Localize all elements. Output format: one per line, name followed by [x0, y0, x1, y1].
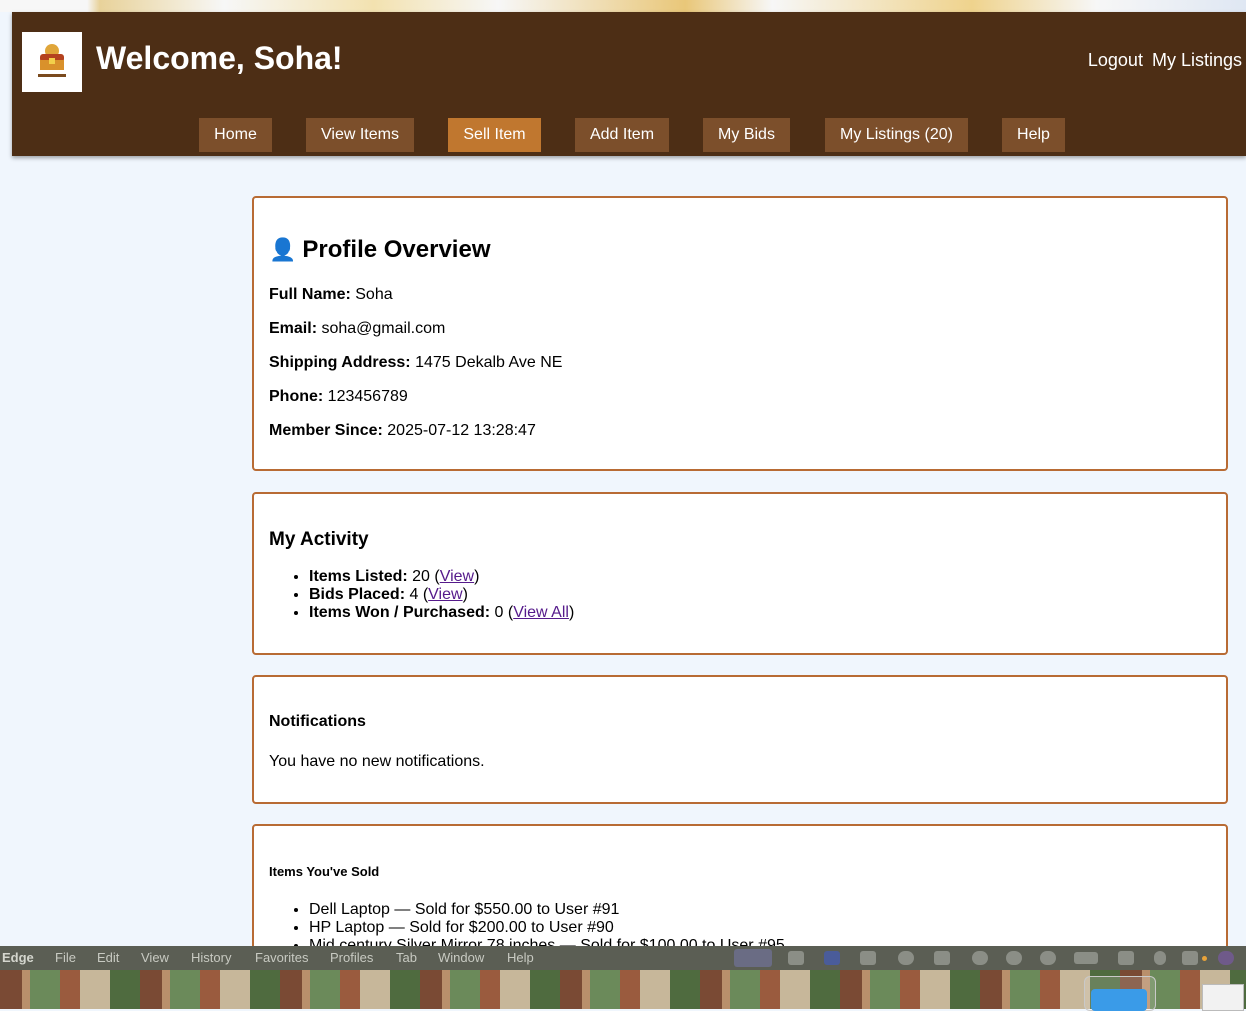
- items-listed-view-link[interactable]: View: [440, 568, 474, 585]
- profile-card: 👤 Profile Overview Full Name: Soha Email…: [252, 196, 1228, 471]
- full-name-row: Full Name: Soha: [269, 286, 393, 304]
- list-item: Items Listed: 20 (View): [309, 568, 574, 586]
- status-dot-icon: [1202, 956, 1207, 961]
- phone-label: Phone:: [269, 388, 324, 405]
- email-row: Email: soha@gmail.com: [269, 320, 445, 338]
- sold-card-viewport: Items You've Sold Dell Laptop — Sold for…: [0, 824, 1246, 946]
- list-item: Mid century Silver Mirror 78 inches — So…: [309, 937, 785, 946]
- nav-help-button[interactable]: Help: [1002, 118, 1065, 152]
- items-won-value: 0: [494, 604, 504, 621]
- items-listed-value: 20: [412, 568, 430, 585]
- folder-icon: [1091, 989, 1147, 1011]
- logout-link[interactable]: Logout: [1088, 50, 1143, 70]
- address-label: Shipping Address:: [269, 354, 411, 371]
- menu-tab[interactable]: Tab: [396, 950, 417, 965]
- menu-favorites[interactable]: Favorites: [255, 950, 308, 965]
- siri-icon[interactable]: [1218, 951, 1234, 965]
- list-item: HP Laptop — Sold for $200.00 to User #90: [309, 919, 785, 937]
- list-item: Dell Laptop — Sold for $550.00 to User #…: [309, 901, 785, 919]
- bids-placed-label: Bids Placed:: [309, 586, 406, 603]
- sold-title: Items You've Sold: [269, 864, 380, 879]
- items-won-label: Items Won / Purchased:: [309, 604, 491, 621]
- app-status-icon[interactable]: [972, 951, 988, 965]
- full-name-label: Full Name:: [269, 286, 351, 303]
- menu-history[interactable]: History: [191, 950, 231, 965]
- header-links: Logout My Listings: [1084, 50, 1242, 71]
- nav-home-button[interactable]: Home: [199, 118, 272, 152]
- airdrop-icon[interactable]: [1040, 951, 1056, 965]
- list-item: Bids Placed: 4 (View): [309, 586, 574, 604]
- profile-heading: 👤 Profile Overview: [269, 236, 491, 264]
- nav-add-item-button[interactable]: Add Item: [575, 118, 669, 152]
- nav-my-listings-button[interactable]: My Listings (20): [825, 118, 968, 152]
- site-logo[interactable]: [22, 32, 82, 92]
- address-value: 1475 Dekalb Ave NE: [415, 354, 563, 371]
- control-center-icon[interactable]: [1182, 951, 1198, 965]
- grammarly-icon[interactable]: [898, 951, 914, 965]
- menu-help[interactable]: Help: [507, 950, 534, 965]
- menu-profiles[interactable]: Profiles: [330, 950, 373, 965]
- nav-view-items-button[interactable]: View Items: [306, 118, 414, 152]
- member-since-value: 2025-07-12 13:28:47: [387, 422, 536, 439]
- outlook-icon[interactable]: [860, 951, 876, 965]
- menu-file[interactable]: File: [55, 950, 76, 965]
- battery-icon[interactable]: [1074, 952, 1098, 964]
- sold-list: Dell Laptop — Sold for $550.00 to User #…: [269, 901, 785, 946]
- activity-list: Items Listed: 20 (View) Bids Placed: 4 (…: [269, 568, 574, 622]
- activity-card: My Activity Items Listed: 20 (View) Bids…: [252, 492, 1228, 655]
- phone-row: Phone: 123456789: [269, 388, 408, 406]
- member-since-row: Member Since: 2025-07-12 13:28:47: [269, 422, 536, 440]
- email-label: Email:: [269, 320, 318, 337]
- desktop-top-strip: [0, 0, 1246, 12]
- cloud-icon[interactable]: [788, 951, 804, 965]
- user-icon: 👤: [269, 237, 297, 262]
- site-header: Welcome, Soha! Logout My Listings Home V…: [12, 12, 1246, 156]
- search-icon[interactable]: [1154, 951, 1166, 965]
- items-won-view-all-link[interactable]: View All: [513, 604, 569, 621]
- list-item: Items Won / Purchased: 0 (View All): [309, 604, 574, 622]
- wifi-icon[interactable]: [1118, 951, 1134, 965]
- menubar-app-name[interactable]: Edge: [2, 950, 34, 965]
- desktop-wallpaper: [0, 970, 1246, 1011]
- document-icon[interactable]: [1202, 984, 1244, 1011]
- nav-my-bids-button[interactable]: My Bids: [703, 118, 790, 152]
- bids-placed-view-link[interactable]: View: [428, 586, 462, 603]
- my-listings-link[interactable]: My Listings: [1152, 50, 1242, 70]
- teams-icon[interactable]: [934, 951, 950, 965]
- zoom-icon[interactable]: [824, 951, 840, 965]
- activity-title: My Activity: [269, 529, 369, 550]
- desktop-folder-selection[interactable]: [1084, 976, 1156, 1011]
- bids-placed-value: 4: [409, 586, 419, 603]
- notifications-message: You have no new notifications.: [269, 753, 485, 770]
- main-nav: Home View Items Sell Item Add Item My Bi…: [12, 118, 1246, 152]
- screen-mirror-icon[interactable]: [734, 949, 772, 967]
- menu-edit[interactable]: Edit: [97, 950, 119, 965]
- member-since-label: Member Since:: [269, 422, 383, 439]
- profile-title: Profile Overview: [302, 236, 491, 263]
- sold-card: Items You've Sold Dell Laptop — Sold for…: [252, 824, 1228, 946]
- os-menubar: Edge File Edit View History Favorites Pr…: [0, 946, 1246, 970]
- nav-sell-item-button[interactable]: Sell Item: [448, 118, 541, 152]
- treasure-chest-icon: [38, 44, 66, 77]
- notifications-card: Notifications You have no new notificati…: [252, 675, 1228, 804]
- menu-window[interactable]: Window: [438, 950, 484, 965]
- phone-value: 123456789: [327, 388, 408, 405]
- notifications-title: Notifications: [269, 713, 366, 730]
- play-icon[interactable]: [1006, 951, 1022, 965]
- welcome-heading: Welcome, Soha!: [96, 40, 343, 76]
- menu-view[interactable]: View: [141, 950, 169, 965]
- address-row: Shipping Address: 1475 Dekalb Ave NE: [269, 354, 562, 372]
- items-listed-label: Items Listed:: [309, 568, 408, 585]
- email-value: soha@gmail.com: [321, 320, 446, 337]
- full-name-value: Soha: [355, 286, 393, 303]
